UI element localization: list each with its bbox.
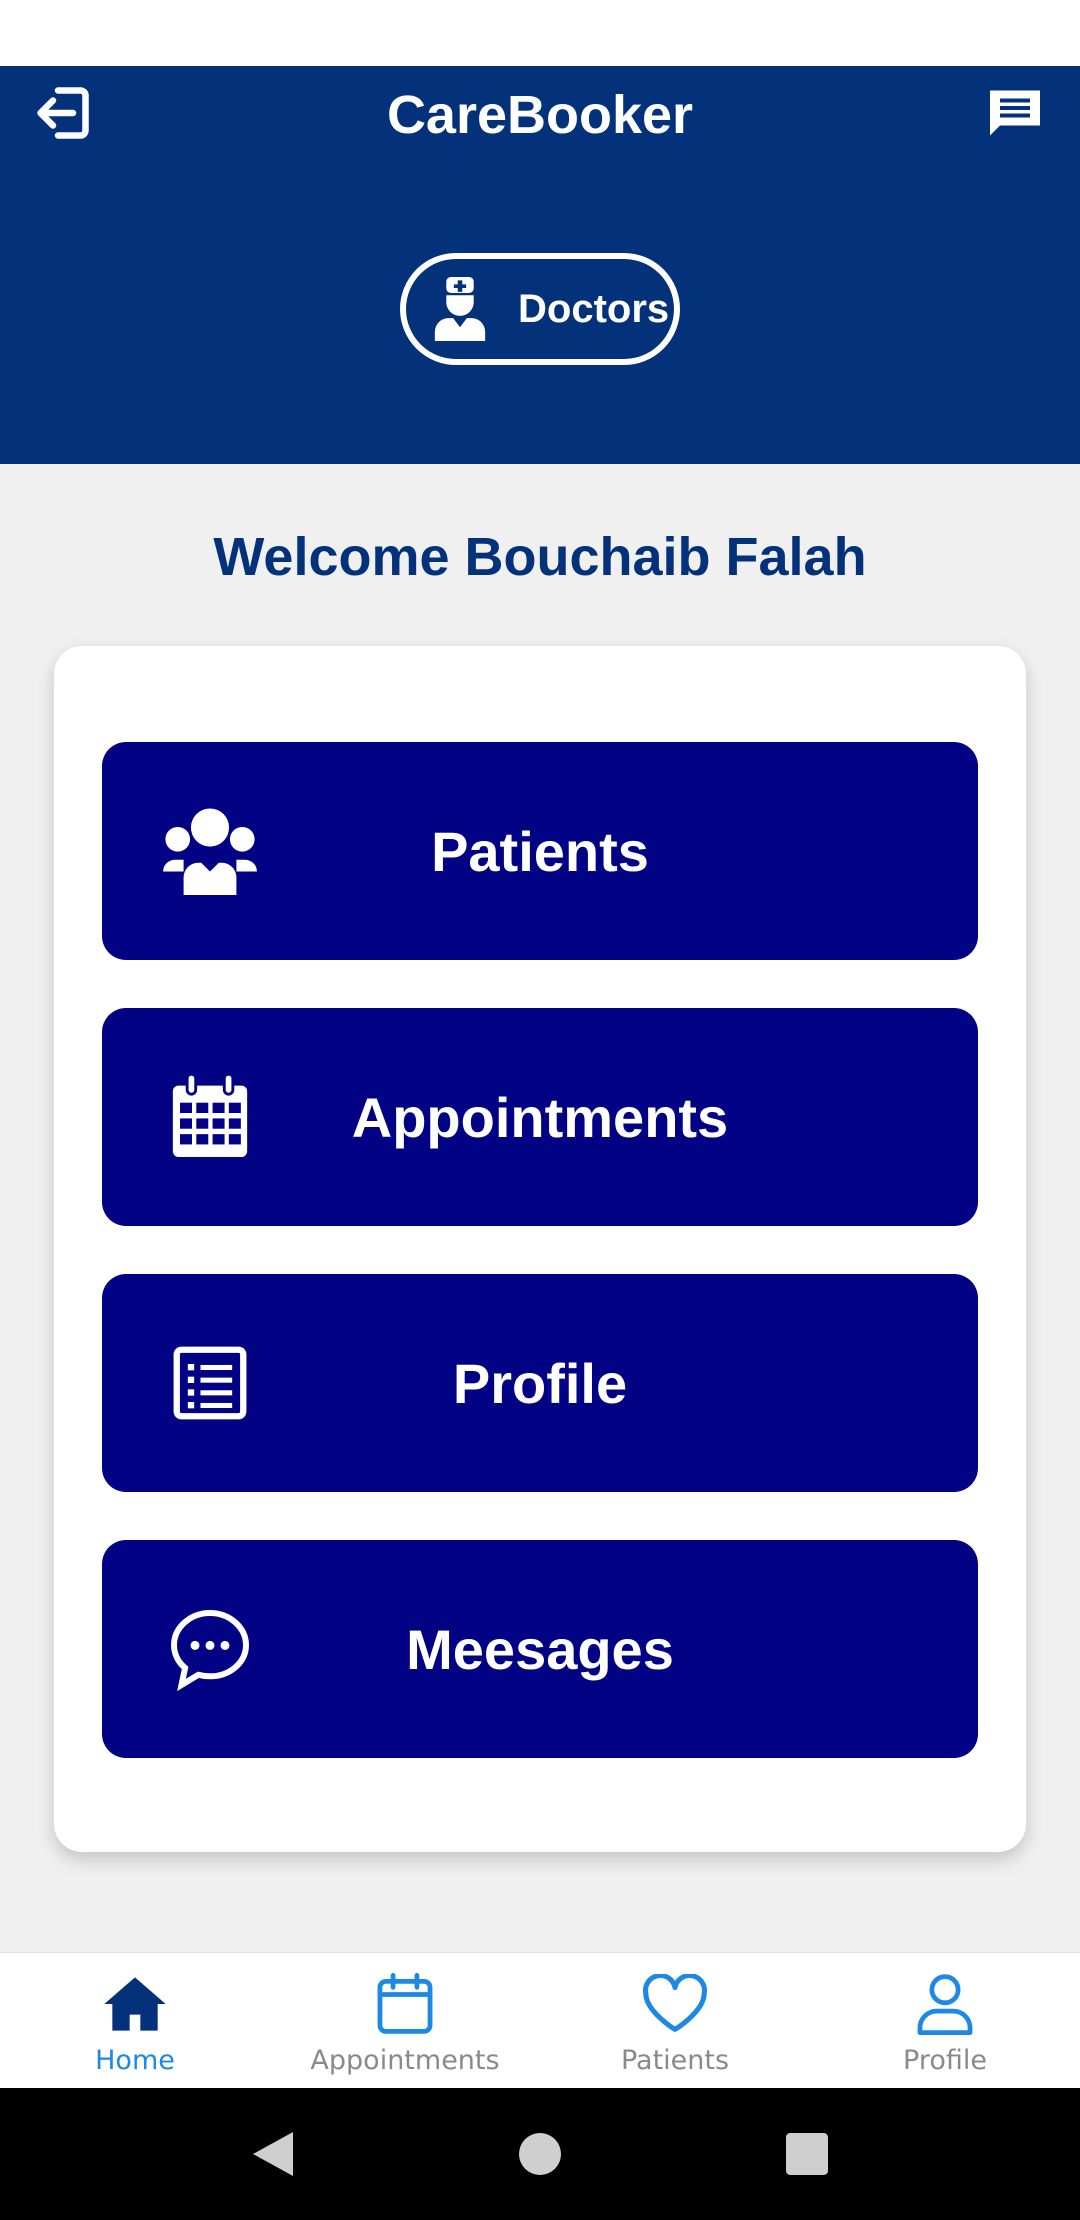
role-label: Doctors xyxy=(518,286,670,331)
bottom-nav: Home Appointments Patients Profile xyxy=(0,1952,1080,2088)
chat-icon xyxy=(990,90,1040,136)
chat-bubble-icon xyxy=(160,1599,260,1699)
square-icon xyxy=(785,2133,828,2175)
nav-label-patients: Patients xyxy=(620,2045,730,2076)
back-icon xyxy=(253,2132,294,2176)
nav-item-patients[interactable]: Patients xyxy=(540,1953,810,2089)
nav-item-profile[interactable]: Profile xyxy=(810,1953,1080,2089)
doctor-icon xyxy=(430,274,490,344)
home-icon xyxy=(100,1969,170,2039)
nav-label-profile: Profile xyxy=(903,2045,987,2076)
welcome-message: Welcome Bouchaib Falah xyxy=(213,527,867,587)
nav-item-appointments[interactable]: Appointments xyxy=(270,1953,540,2089)
system-nav-bar xyxy=(0,2088,1080,2220)
appointments-button[interactable]: Appointments xyxy=(102,1008,978,1226)
users-icon xyxy=(160,801,260,901)
heart-icon xyxy=(640,1969,710,2039)
recents-button[interactable] xyxy=(767,2114,847,2194)
home-system-button[interactable] xyxy=(500,2114,580,2194)
nav-item-home[interactable]: Home xyxy=(0,1953,270,2089)
nav-label-appointments: Appointments xyxy=(310,2045,500,2076)
app-title: CareBooker xyxy=(386,85,694,145)
calendar-icon xyxy=(160,1067,260,1167)
user-icon xyxy=(910,1969,980,2039)
menu-card: Patients Appointments Profile Meesages xyxy=(54,646,1026,1852)
profile-button[interactable]: Profile xyxy=(102,1274,978,1492)
nav-label-home: Home xyxy=(95,2045,175,2076)
circle-icon xyxy=(518,2133,561,2175)
messages-button[interactable]: Meesages xyxy=(102,1540,978,1758)
chat-button[interactable] xyxy=(980,78,1050,148)
status-bar xyxy=(0,0,1080,66)
patients-button[interactable]: Patients xyxy=(102,742,978,960)
back-button[interactable] xyxy=(233,2114,313,2194)
role-selector[interactable]: Doctors xyxy=(400,253,680,365)
list-icon xyxy=(160,1333,260,1433)
calendar-icon xyxy=(370,1969,440,2039)
